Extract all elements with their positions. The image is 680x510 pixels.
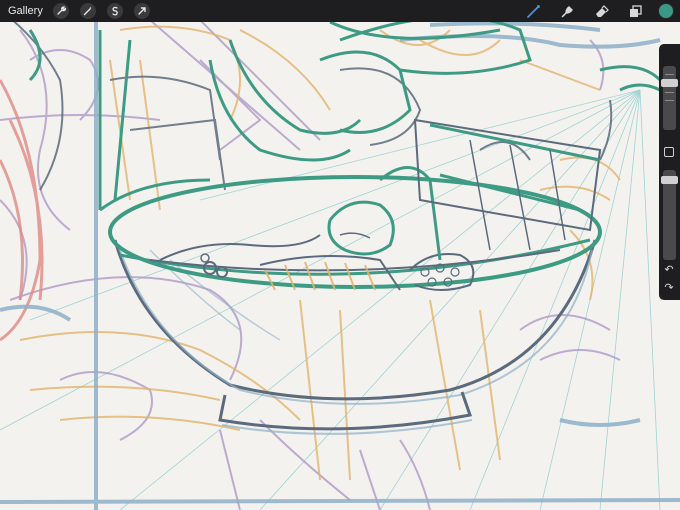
brush-icon — [526, 4, 540, 18]
wrench-icon — [57, 6, 66, 15]
top-toolbar: Gallery — [0, 0, 680, 22]
redo-icon[interactable]: ↷ — [662, 282, 676, 294]
opacity-slider[interactable] — [663, 170, 676, 260]
selection-button[interactable] — [106, 3, 123, 19]
slider-tick — [665, 74, 674, 75]
magic-wand-icon — [83, 6, 92, 16]
brush-size-slider[interactable] — [663, 66, 676, 130]
color-swatch[interactable] — [658, 3, 674, 19]
selection-icon — [112, 6, 118, 16]
eraser-icon — [595, 4, 609, 17]
brush-size-handle[interactable] — [661, 79, 678, 88]
side-toolbar: ↶ ↷ — [659, 44, 680, 300]
modify-button[interactable] — [664, 147, 674, 157]
slider-tick — [665, 92, 674, 93]
right-tool-group — [508, 0, 674, 22]
brush-tool[interactable] — [524, 2, 542, 20]
opacity-handle[interactable] — [661, 175, 678, 184]
actions-button[interactable] — [52, 3, 69, 19]
layers-tool[interactable] — [626, 2, 644, 20]
slider-tick — [665, 100, 674, 101]
transform-arrow-icon — [138, 7, 146, 15]
gallery-button[interactable]: Gallery — [8, 5, 43, 17]
adjustments-button[interactable] — [79, 3, 96, 19]
layers-icon — [629, 4, 642, 17]
smudge-tool[interactable] — [558, 2, 576, 20]
smudge-icon — [561, 5, 573, 17]
eraser-tool[interactable] — [592, 2, 610, 20]
drawing-canvas[interactable] — [0, 0, 680, 510]
transform-button[interactable] — [133, 3, 150, 19]
undo-icon[interactable]: ↶ — [662, 264, 676, 276]
